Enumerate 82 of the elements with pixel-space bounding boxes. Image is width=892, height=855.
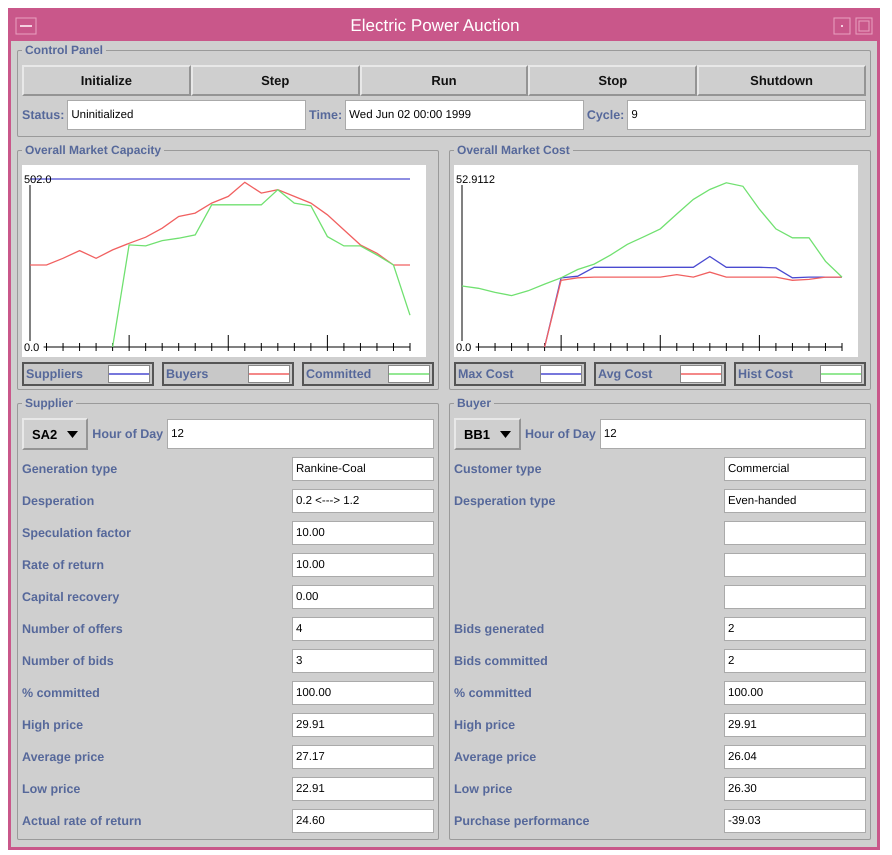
caret-icon bbox=[67, 430, 78, 438]
legend-label: Committed bbox=[306, 367, 372, 381]
legend-label: Avg Cost bbox=[598, 367, 652, 381]
window-title: Electric Power Auction bbox=[349, 16, 521, 36]
input-field[interactable]: 29.91 bbox=[292, 713, 434, 737]
field-label: Average price bbox=[454, 750, 538, 764]
field-label: Actual rate of return bbox=[22, 814, 142, 828]
input-field[interactable]: 2 bbox=[724, 617, 866, 641]
input-field[interactable]: Commercial bbox=[724, 457, 866, 481]
maximize-icon[interactable] bbox=[855, 17, 873, 35]
window-menu-icon[interactable] bbox=[15, 17, 37, 35]
toolbar-button[interactable]: Stop bbox=[528, 65, 698, 96]
field-label: Speculation factor bbox=[22, 526, 132, 540]
axis-label: 52.9112 bbox=[456, 174, 495, 186]
field-label: Cycle: bbox=[586, 108, 624, 122]
panel-title: Supplier bbox=[24, 396, 74, 410]
input-field[interactable]: 0.00 bbox=[292, 585, 434, 609]
input-field[interactable]: 10.00 bbox=[292, 553, 434, 577]
caret-icon bbox=[500, 430, 512, 438]
input-field[interactable]: Rankine-Coal bbox=[292, 457, 434, 481]
field-label: Capital recovery bbox=[22, 590, 120, 604]
field-label: Hour of Day bbox=[92, 427, 164, 441]
selector-dropdown[interactable]: BB1 bbox=[454, 418, 522, 450]
toolbar-button[interactable]: Run bbox=[360, 65, 528, 96]
panel-title: Overall Market Cost bbox=[456, 143, 571, 157]
field-label: High price bbox=[454, 718, 516, 732]
field-label: Number of bids bbox=[22, 654, 115, 668]
field-label: % committed bbox=[22, 686, 101, 700]
legend-label: Buyers bbox=[166, 367, 208, 381]
field-label: Time: bbox=[309, 108, 342, 122]
toolbar-button[interactable]: Shutdown bbox=[697, 65, 866, 96]
input-field[interactable]: 29.91 bbox=[724, 713, 866, 737]
input-field[interactable]: 26.30 bbox=[724, 777, 866, 801]
selector-dropdown[interactable]: SA2 bbox=[22, 418, 88, 450]
field-label: Desperation type bbox=[454, 494, 556, 508]
input-field[interactable]: 24.60 bbox=[292, 809, 434, 833]
field-label: Generation type bbox=[22, 462, 118, 476]
field-label: % committed bbox=[454, 686, 533, 700]
input-field[interactable]: 3 bbox=[292, 649, 434, 673]
field-label: Low price bbox=[454, 782, 514, 796]
field-label: Low price bbox=[22, 782, 82, 796]
toolbar-button[interactable]: Step bbox=[190, 65, 360, 96]
legend-label: Suppliers bbox=[26, 367, 83, 381]
field-label: Purchase performance bbox=[454, 814, 590, 828]
legend-label: Max Cost bbox=[458, 367, 514, 381]
legend-label: Hist Cost bbox=[738, 367, 793, 381]
axis-label: 0.0 bbox=[24, 342, 40, 354]
input-field[interactable]: 26.04 bbox=[724, 745, 866, 769]
field-label: Average price bbox=[22, 750, 106, 764]
input-field[interactable]: Wed Jun 02 00:00 1999 bbox=[345, 100, 584, 130]
field-label: Hour of Day bbox=[525, 427, 596, 441]
input-field[interactable]: Even-handed bbox=[724, 489, 866, 513]
field-label: Rate of return bbox=[22, 558, 105, 572]
input-field[interactable]: 10.00 bbox=[292, 521, 434, 545]
toolbar-button[interactable]: Initialize bbox=[22, 65, 191, 96]
input-field[interactable] bbox=[724, 585, 866, 609]
minimize-icon[interactable] bbox=[833, 17, 851, 35]
input-field[interactable]: -39.03 bbox=[724, 809, 866, 833]
field-label: Customer type bbox=[454, 462, 543, 476]
input-field[interactable] bbox=[724, 553, 866, 577]
input-field[interactable]: 27.17 bbox=[292, 745, 434, 769]
panel-title: Buyer bbox=[456, 396, 492, 410]
axis-label: 0.0 bbox=[456, 342, 472, 354]
input-field[interactable]: Uninitialized bbox=[67, 100, 306, 130]
input-field[interactable]: 0.2 <---> 1.2 bbox=[292, 489, 434, 513]
input-field[interactable] bbox=[724, 521, 866, 545]
input-field[interactable]: 22.91 bbox=[292, 777, 434, 801]
panel-title: Control Panel bbox=[24, 43, 104, 57]
input-field[interactable]: 12 bbox=[167, 419, 434, 449]
input-field[interactable]: 12 bbox=[600, 419, 866, 449]
field-label: High price bbox=[22, 718, 84, 732]
field-label: Bids generated bbox=[454, 622, 546, 636]
field-label: Status: bbox=[22, 108, 64, 122]
field-label: Desperation bbox=[22, 494, 96, 508]
input-field[interactable]: 100.00 bbox=[724, 681, 866, 705]
input-field[interactable]: 4 bbox=[292, 617, 434, 641]
input-field[interactable]: 2 bbox=[724, 649, 866, 673]
field-label: Bids committed bbox=[454, 654, 549, 668]
input-field[interactable]: 9 bbox=[627, 100, 866, 130]
field-label: Number of offers bbox=[22, 622, 124, 636]
input-field[interactable]: 100.00 bbox=[292, 681, 434, 705]
panel-title: Overall Market Capacity bbox=[24, 143, 162, 157]
